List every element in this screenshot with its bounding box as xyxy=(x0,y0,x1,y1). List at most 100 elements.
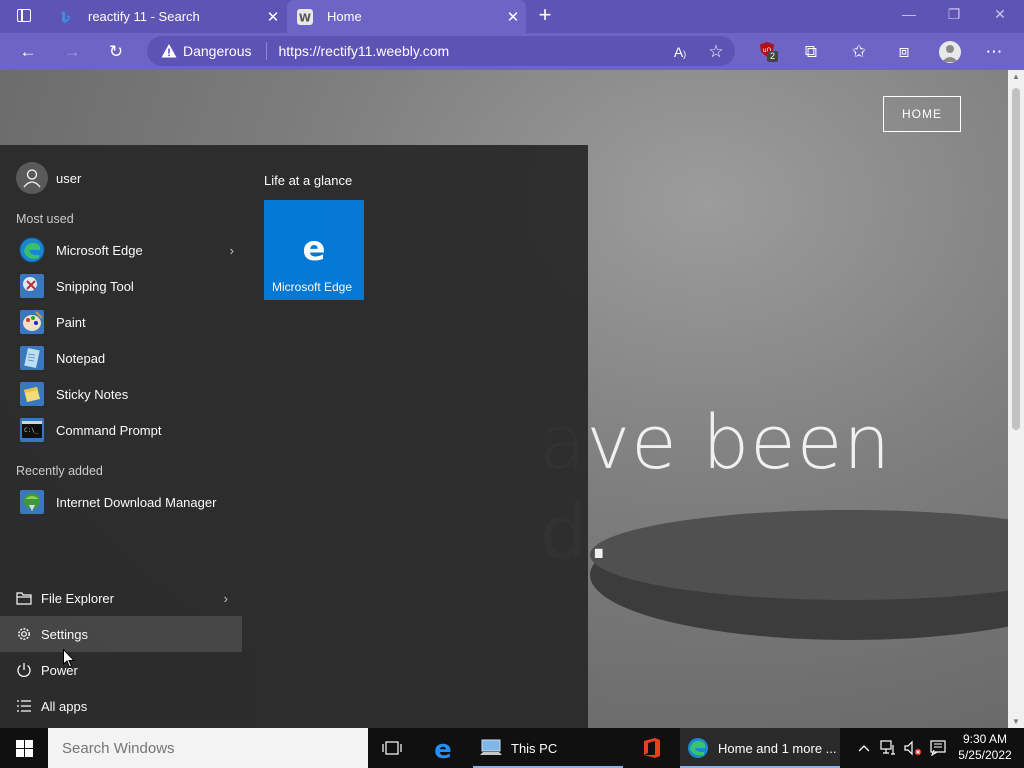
app-sticky-notes[interactable]: Sticky Notes xyxy=(0,376,248,412)
back-icon[interactable]: ← xyxy=(17,41,39,63)
scroll-down-icon[interactable]: ▼ xyxy=(1008,717,1024,726)
user-avatar-icon xyxy=(16,162,48,194)
close-icon[interactable]: ✕ xyxy=(500,8,526,26)
app-microsoft-edge[interactable]: Microsoft Edge › xyxy=(0,232,248,268)
app-internet-download-manager[interactable]: Internet Download Manager xyxy=(0,484,248,520)
all-apps-item[interactable]: All apps xyxy=(0,688,242,724)
refresh-icon[interactable]: ↻ xyxy=(105,41,127,63)
weebly-icon: W xyxy=(297,8,313,25)
tab-title: reactify 11 - Search xyxy=(88,9,200,24)
this-pc-label: This PC xyxy=(511,740,558,756)
security-label[interactable]: Dangerous xyxy=(183,43,252,59)
scroll-thumb[interactable] xyxy=(1012,88,1020,430)
mouse-cursor-icon xyxy=(63,649,75,668)
bing-icon xyxy=(58,9,74,25)
app-label: Internet Download Manager xyxy=(56,494,217,510)
edge-icon xyxy=(16,234,48,266)
start-button[interactable] xyxy=(0,728,48,768)
most-used-heading: Most used xyxy=(16,212,74,226)
system-clock[interactable]: 9:30 AM 5/25/2022 xyxy=(955,731,1015,763)
office-taskbar-icon[interactable] xyxy=(639,728,665,768)
chevron-right-icon[interactable]: › xyxy=(224,591,228,606)
new-tab-icon[interactable]: + xyxy=(534,4,556,26)
tiles-group-heading: Life at a glance xyxy=(264,173,353,188)
svg-text:e: e xyxy=(434,736,452,760)
favorites-icon[interactable]: ✩ xyxy=(848,41,870,63)
edge-icon xyxy=(688,738,708,758)
user-account[interactable]: user xyxy=(0,160,248,196)
warning-icon[interactable] xyxy=(161,43,177,59)
app-label: Snipping Tool xyxy=(56,278,134,294)
all-apps-label: All apps xyxy=(41,698,88,714)
hero-headline: ave been xyxy=(540,400,892,486)
tile-label: Microsoft Edge xyxy=(272,280,353,294)
power-icon xyxy=(15,661,33,679)
paint-icon xyxy=(16,306,48,338)
user-name: user xyxy=(56,170,82,186)
close-icon[interactable]: ✕ xyxy=(260,8,286,26)
app-label: Sticky Notes xyxy=(56,386,129,402)
idm-icon xyxy=(16,486,48,518)
show-hidden-icons[interactable] xyxy=(857,728,871,768)
network-icon[interactable] xyxy=(879,728,899,768)
scroll-up-icon[interactable]: ▲ xyxy=(1008,72,1024,81)
app-snipping-tool[interactable]: Snipping Tool xyxy=(0,268,248,304)
this-pc-taskbar-button[interactable]: This PC xyxy=(473,728,623,768)
list-icon xyxy=(15,697,33,715)
add-favorite-icon[interactable]: ☆ xyxy=(705,41,727,63)
edge-icon: e xyxy=(302,232,325,264)
app-command-prompt[interactable]: C:\_ Command Prompt xyxy=(0,412,248,448)
snipping-tool-icon xyxy=(16,270,48,302)
file-explorer-icon xyxy=(15,589,33,607)
tab-search[interactable]: reactify 11 - Search ✕ xyxy=(48,0,286,33)
minimize-icon[interactable]: — xyxy=(898,6,920,22)
gear-icon xyxy=(15,625,33,643)
more-icon[interactable]: ⋯ xyxy=(983,41,1005,63)
clock-time: 9:30 AM xyxy=(962,732,1008,746)
taskbar: e This PC Home and 1 more ... 9:30 AM 5/… xyxy=(0,728,1024,768)
app-notepad[interactable]: Notepad xyxy=(0,340,248,376)
file-explorer-item[interactable]: File Explorer › xyxy=(0,580,242,616)
app-label: Microsoft Edge xyxy=(56,242,143,258)
browser-toolbar: ← → ↻ Dangerous https://rectify11.weebly… xyxy=(0,33,1024,70)
app-label: Paint xyxy=(56,314,86,330)
start-menu-list: user Most used Microsoft Edge › Snipping… xyxy=(0,145,248,728)
extensions-icon[interactable]: ⧉ xyxy=(800,41,822,63)
divider xyxy=(265,42,267,60)
tile-microsoft-edge[interactable]: e Microsoft Edge xyxy=(264,200,364,300)
volume-muted-icon[interactable] xyxy=(903,728,923,768)
tab-home[interactable]: W Home ✕ xyxy=(287,0,526,33)
taskbar-search[interactable] xyxy=(48,728,368,768)
profile-avatar[interactable] xyxy=(939,41,961,63)
notepad-icon xyxy=(16,342,48,374)
search-input[interactable] xyxy=(60,738,354,758)
ublock-icon[interactable]: uO 2 xyxy=(756,41,779,63)
power-item[interactable]: Power xyxy=(0,652,242,688)
url-text[interactable]: https://rectify11.weebly.com xyxy=(279,43,450,59)
tab-actions-icon[interactable] xyxy=(17,9,31,22)
chevron-right-icon[interactable]: › xyxy=(230,243,234,258)
forward-icon[interactable]: → xyxy=(61,41,83,63)
app-paint[interactable]: Paint xyxy=(0,304,248,340)
home-nav-button[interactable]: HOME xyxy=(883,96,961,132)
settings-item[interactable]: Settings xyxy=(0,616,242,652)
restore-icon[interactable]: ❐ xyxy=(943,6,965,23)
computer-icon xyxy=(480,739,502,755)
start-menu: user Most used Microsoft Edge › Snipping… xyxy=(0,145,588,728)
collections-icon[interactable]: ⧈ xyxy=(893,41,915,63)
edge-taskbar-icon[interactable]: e xyxy=(428,728,458,768)
settings-label: Settings xyxy=(41,626,88,642)
edge-window-taskbar-button[interactable]: Home and 1 more ... xyxy=(680,728,840,768)
app-label: Command Prompt xyxy=(56,422,162,438)
windows-logo-icon xyxy=(15,739,33,757)
app-label: Notepad xyxy=(56,350,106,366)
svg-text:C:\_: C:\_ xyxy=(24,427,39,434)
page-scrollbar[interactable]: ▲ ▼ xyxy=(1008,70,1024,728)
window-close-icon[interactable]: ✕ xyxy=(989,6,1011,23)
action-center-icon[interactable] xyxy=(928,728,948,768)
read-aloud-icon[interactable]: A) xyxy=(669,41,691,63)
sticky-notes-icon xyxy=(16,378,48,410)
address-bar[interactable]: Dangerous https://rectify11.weebly.com xyxy=(147,36,735,66)
task-view-icon[interactable] xyxy=(380,728,404,768)
tab-title: Home xyxy=(327,9,362,24)
